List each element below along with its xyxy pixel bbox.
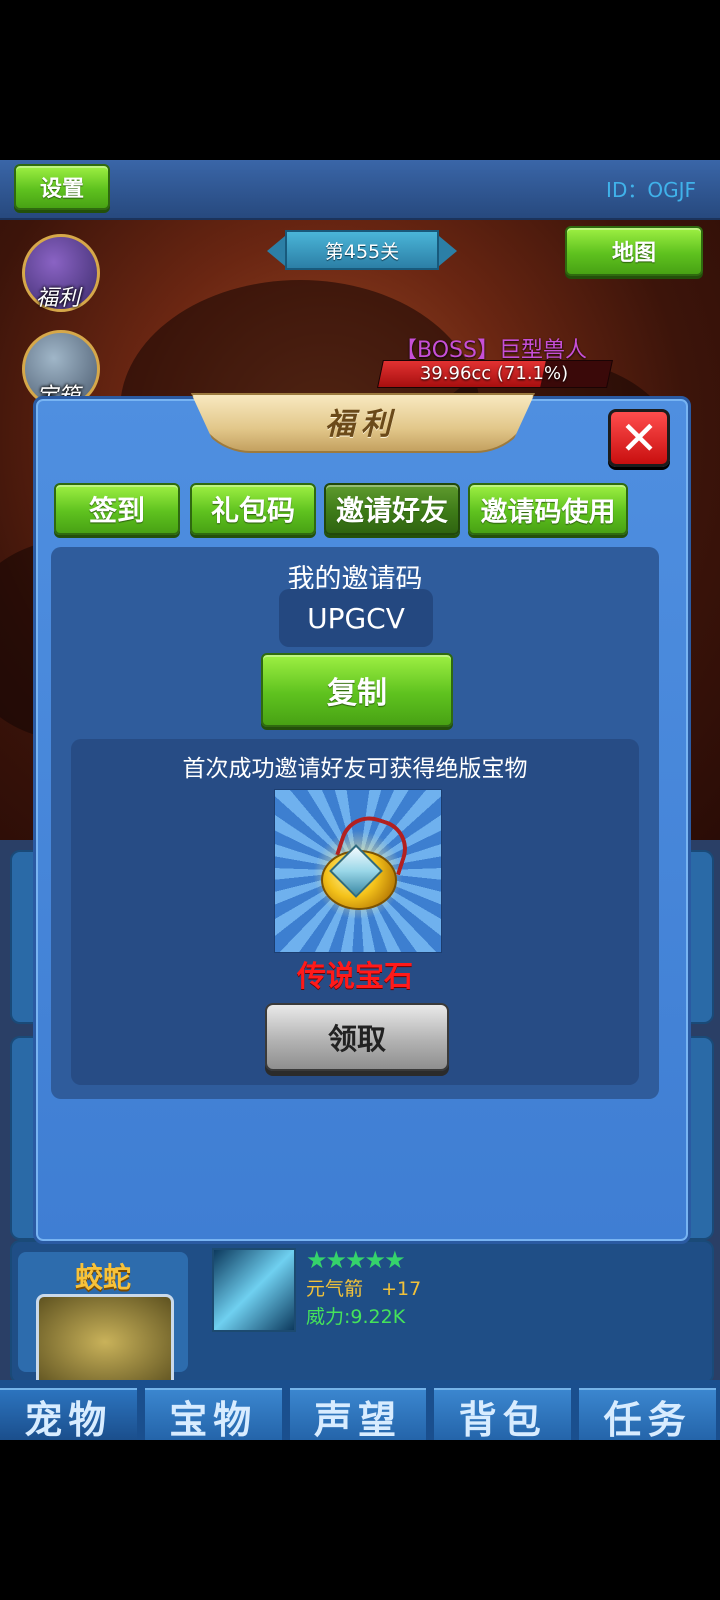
- bottom-nav: 宠物 宝物 声望 背包 任务: [0, 1380, 720, 1440]
- legendary-gem-icon: [274, 789, 442, 953]
- nav-tab-tasks[interactable]: 任务: [579, 1388, 716, 1440]
- tab-invite-friends[interactable]: 邀请好友: [324, 483, 460, 535]
- skill-icon[interactable]: [212, 1248, 296, 1332]
- top-bar: 设置 ID：OGJF: [0, 160, 720, 220]
- tab-gift-code[interactable]: 礼包码: [190, 483, 316, 535]
- tab-bar: 签到 礼包码 邀请好友 邀请码使用: [54, 483, 674, 535]
- reward-box: 首次成功邀请好友可获得绝版宝物 传说宝石 领取: [71, 739, 639, 1085]
- skill-level: +17: [381, 1278, 422, 1300]
- close-button[interactable]: ✕: [608, 409, 670, 467]
- invite-code: UPGCV: [279, 589, 433, 647]
- invite-panel: 我的邀请码 UPGCV 复制 首次成功邀请好友可获得绝版宝物 传说宝石 领取: [51, 547, 659, 1099]
- reward-description: 首次成功邀请好友可获得绝版宝物: [182, 756, 528, 782]
- tab-use-invite-code[interactable]: 邀请码使用: [468, 483, 628, 535]
- tab-sign-in[interactable]: 签到: [54, 483, 180, 535]
- skill-power: 威力:9.22K: [306, 1306, 406, 1328]
- nav-tab-pets[interactable]: 宠物: [0, 1388, 137, 1440]
- nav-tab-backpack[interactable]: 背包: [434, 1388, 572, 1440]
- nav-tab-treasures[interactable]: 宝物: [144, 1388, 282, 1440]
- pet-name: 蛟蛇: [74, 1261, 131, 1294]
- reward-item-name: 传说宝石: [296, 959, 413, 993]
- copy-button[interactable]: 复制: [261, 653, 453, 727]
- skill-name: 元气箭: [306, 1278, 364, 1300]
- level-indicator: 第455关: [267, 230, 457, 270]
- skill-stars: ★★★★★: [306, 1246, 406, 1274]
- map-button[interactable]: 地图: [565, 226, 703, 276]
- close-icon: ✕: [619, 411, 659, 465]
- pet-card[interactable]: 蛟蛇: [18, 1252, 188, 1390]
- nav-tab-prestige[interactable]: 声望: [289, 1388, 427, 1440]
- settings-button[interactable]: 设置: [14, 164, 110, 210]
- pet-portrait: [36, 1294, 174, 1390]
- welfare-dialog: 福利 ✕ 签到 礼包码 邀请好友 邀请码使用 我的邀请码 UPGCV 复制 首次…: [33, 393, 691, 1244]
- player-id: ID：OGJF: [606, 178, 696, 202]
- claim-button[interactable]: 领取: [265, 1003, 449, 1071]
- welfare-label: 福利: [35, 286, 80, 311]
- skill-name-line: 元气箭 +17: [306, 1274, 421, 1301]
- dialog-title: 福利: [325, 407, 397, 442]
- boss-hp-text: 39.96cc (71.1%): [419, 362, 569, 384]
